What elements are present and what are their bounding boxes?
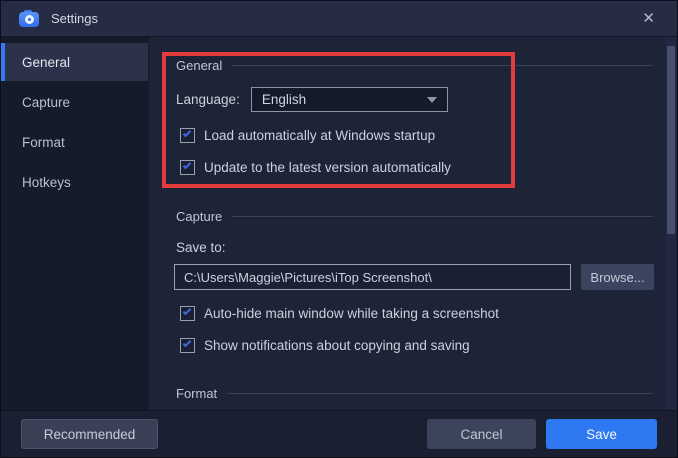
checkbox-label: Auto-hide main window while taking a scr… [204,306,499,321]
checkbox-show-notifications[interactable]: Show notifications about copying and sav… [180,338,470,353]
format-section-title: Format [176,385,218,401]
save-to-label: Save to: [176,240,226,255]
close-icon[interactable]: ✕ [638,9,659,28]
title-bar: Settings ✕ [1,1,677,37]
settings-content: General Language: English Load automatic… [149,37,677,410]
vertical-scrollbar-track[interactable] [666,37,676,410]
sidebar-item-hotkeys[interactable]: Hotkeys [1,163,148,201]
capture-section-title: Capture [176,208,223,224]
sidebar-item-capture[interactable]: Capture [1,83,148,121]
checkbox-checked-icon [180,160,195,175]
dialog-body: General Capture Format Hotkeys General L… [1,37,677,410]
language-row: Language: English [176,87,448,112]
checkbox-label: Show notifications about copying and sav… [204,338,470,353]
sidebar-item-label: Capture [22,94,71,110]
checkbox-load-at-startup[interactable]: Load automatically at Windows startup [180,128,435,143]
checkbox-label: Update to the latest version automatical… [204,160,451,175]
section-divider-line [227,392,653,394]
section-divider-line [232,215,653,217]
sidebar-item-label: Format [22,134,65,150]
sidebar-item-general[interactable]: General [1,43,148,81]
format-section-header: Format [176,385,653,401]
section-divider-line [232,64,653,66]
browse-button[interactable]: Browse... [581,264,654,290]
checkbox-checked-icon [180,306,195,321]
recommended-button[interactable]: Recommended [21,419,158,449]
checkbox-auto-update[interactable]: Update to the latest version automatical… [180,160,451,175]
language-label: Language: [176,92,240,107]
sidebar-item-label: General [22,54,71,70]
general-section-header: General [176,57,653,73]
camera-app-icon [19,9,39,29]
checkbox-checked-icon [180,128,195,143]
sidebar-item-label: Hotkeys [22,174,71,190]
language-selected-value: English [261,92,307,107]
checkbox-label: Load automatically at Windows startup [204,128,436,143]
settings-sidebar: General Capture Format Hotkeys [1,37,149,410]
settings-dialog: Settings ✕ General Capture Format Hotkey… [0,0,678,458]
dialog-footer: Recommended Cancel Save [1,410,677,457]
checkbox-auto-hide-window[interactable]: Auto-hide main window while taking a scr… [180,306,499,321]
window-title: Settings [51,11,98,26]
save-button[interactable]: Save [546,419,657,449]
capture-section-header: Capture [176,208,653,224]
checkbox-checked-icon [180,338,195,353]
general-section-title: General [176,57,223,73]
cancel-button[interactable]: Cancel [427,419,536,449]
vertical-scrollbar-thumb[interactable] [667,46,675,234]
sidebar-item-format[interactable]: Format [1,123,148,161]
save-path-input[interactable] [174,264,571,290]
chevron-down-icon [426,96,437,103]
language-dropdown[interactable]: English [250,87,448,112]
